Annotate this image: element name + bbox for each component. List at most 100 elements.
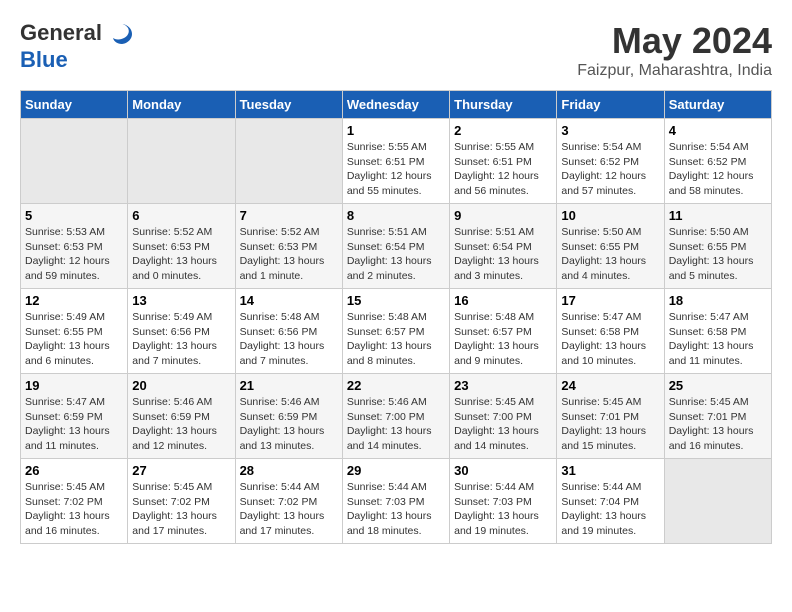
day-number: 2	[454, 123, 552, 138]
day-info: Sunrise: 5:54 AM Sunset: 6:52 PM Dayligh…	[669, 140, 767, 199]
day-info: Sunrise: 5:47 AM Sunset: 6:59 PM Dayligh…	[25, 395, 123, 454]
calendar-cell	[128, 119, 235, 204]
calendar-cell: 15 Sunrise: 5:48 AM Sunset: 6:57 PM Dayli…	[342, 289, 449, 374]
title-block: May 2024 Faizpur, Maharashtra, India	[577, 20, 772, 80]
day-number: 21	[240, 378, 338, 393]
day-number: 9	[454, 208, 552, 223]
day-number: 20	[132, 378, 230, 393]
day-number: 5	[25, 208, 123, 223]
calendar-cell: 4 Sunrise: 5:54 AM Sunset: 6:52 PM Daylig…	[664, 119, 771, 204]
day-info: Sunrise: 5:45 AM Sunset: 7:01 PM Dayligh…	[561, 395, 659, 454]
calendar-cell: 19 Sunrise: 5:47 AM Sunset: 6:59 PM Dayli…	[21, 374, 128, 459]
logo-text: General	[20, 20, 136, 48]
day-info: Sunrise: 5:47 AM Sunset: 6:58 PM Dayligh…	[561, 310, 659, 369]
day-info: Sunrise: 5:44 AM Sunset: 7:03 PM Dayligh…	[347, 480, 445, 539]
day-info: Sunrise: 5:47 AM Sunset: 6:58 PM Dayligh…	[669, 310, 767, 369]
day-number: 7	[240, 208, 338, 223]
day-number: 6	[132, 208, 230, 223]
calendar-cell: 20 Sunrise: 5:46 AM Sunset: 6:59 PM Dayli…	[128, 374, 235, 459]
day-info: Sunrise: 5:48 AM Sunset: 6:56 PM Dayligh…	[240, 310, 338, 369]
calendar-cell: 2 Sunrise: 5:55 AM Sunset: 6:51 PM Daylig…	[450, 119, 557, 204]
calendar-cell: 11Sunrise: 5:50 AM Sunset: 6:55 PM Dayli…	[664, 204, 771, 289]
week-row-2: 5 Sunrise: 5:53 AM Sunset: 6:53 PM Daylig…	[21, 204, 772, 289]
day-number: 3	[561, 123, 659, 138]
calendar-cell: 24Sunrise: 5:45 AM Sunset: 7:01 PM Dayli…	[557, 374, 664, 459]
calendar-cell: 17Sunrise: 5:47 AM Sunset: 6:58 PM Dayli…	[557, 289, 664, 374]
day-info: Sunrise: 5:48 AM Sunset: 6:57 PM Dayligh…	[454, 310, 552, 369]
col-header-sunday: Sunday	[21, 91, 128, 119]
day-info: Sunrise: 5:46 AM Sunset: 6:59 PM Dayligh…	[240, 395, 338, 454]
calendar-cell	[235, 119, 342, 204]
day-number: 13	[132, 293, 230, 308]
day-info: Sunrise: 5:55 AM Sunset: 6:51 PM Dayligh…	[454, 140, 552, 199]
day-number: 28	[240, 463, 338, 478]
day-info: Sunrise: 5:44 AM Sunset: 7:04 PM Dayligh…	[561, 480, 659, 539]
calendar-cell: 10 Sunrise: 5:50 AM Sunset: 6:55 PM Dayli…	[557, 204, 664, 289]
day-number: 25	[669, 378, 767, 393]
calendar-cell: 18Sunrise: 5:47 AM Sunset: 6:58 PM Dayli…	[664, 289, 771, 374]
col-header-friday: Friday	[557, 91, 664, 119]
day-number: 19	[25, 378, 123, 393]
day-info: Sunrise: 5:49 AM Sunset: 6:55 PM Dayligh…	[25, 310, 123, 369]
calendar-cell	[21, 119, 128, 204]
day-info: Sunrise: 5:45 AM Sunset: 7:00 PM Dayligh…	[454, 395, 552, 454]
calendar-cell: 8Sunrise: 5:51 AM Sunset: 6:54 PM Daylig…	[342, 204, 449, 289]
day-info: Sunrise: 5:53 AM Sunset: 6:53 PM Dayligh…	[25, 225, 123, 284]
week-row-1: 1 Sunrise: 5:55 AM Sunset: 6:51 PM Daylig…	[21, 119, 772, 204]
calendar-cell: 28 Sunrise: 5:44 AM Sunset: 7:02 PM Dayli…	[235, 459, 342, 544]
day-info: Sunrise: 5:46 AM Sunset: 6:59 PM Dayligh…	[132, 395, 230, 454]
calendar-cell: 16Sunrise: 5:48 AM Sunset: 6:57 PM Dayli…	[450, 289, 557, 374]
day-number: 30	[454, 463, 552, 478]
day-number: 29	[347, 463, 445, 478]
calendar-cell: 5 Sunrise: 5:53 AM Sunset: 6:53 PM Daylig…	[21, 204, 128, 289]
col-header-monday: Monday	[128, 91, 235, 119]
calendar-cell: 6 Sunrise: 5:52 AM Sunset: 6:53 PM Daylig…	[128, 204, 235, 289]
calendar-cell: 21 Sunrise: 5:46 AM Sunset: 6:59 PM Dayli…	[235, 374, 342, 459]
logo-icon	[108, 20, 136, 48]
calendar-cell: 13 Sunrise: 5:49 AM Sunset: 6:56 PM Dayli…	[128, 289, 235, 374]
calendar-cell: 27Sunrise: 5:45 AM Sunset: 7:02 PM Dayli…	[128, 459, 235, 544]
day-number: 11	[669, 208, 767, 223]
day-number: 8	[347, 208, 445, 223]
day-number: 23	[454, 378, 552, 393]
calendar-cell: 22 Sunrise: 5:46 AM Sunset: 7:00 PM Dayli…	[342, 374, 449, 459]
logo: General Blue	[20, 20, 136, 72]
day-number: 1	[347, 123, 445, 138]
day-info: Sunrise: 5:46 AM Sunset: 7:00 PM Dayligh…	[347, 395, 445, 454]
week-row-4: 19 Sunrise: 5:47 AM Sunset: 6:59 PM Dayli…	[21, 374, 772, 459]
calendar-cell: 25 Sunrise: 5:45 AM Sunset: 7:01 PM Dayli…	[664, 374, 771, 459]
col-header-wednesday: Wednesday	[342, 91, 449, 119]
calendar-cell: 30 Sunrise: 5:44 AM Sunset: 7:03 PM Dayli…	[450, 459, 557, 544]
day-info: Sunrise: 5:51 AM Sunset: 6:54 PM Dayligh…	[454, 225, 552, 284]
day-number: 31	[561, 463, 659, 478]
day-info: Sunrise: 5:45 AM Sunset: 7:02 PM Dayligh…	[25, 480, 123, 539]
day-info: Sunrise: 5:52 AM Sunset: 6:53 PM Dayligh…	[240, 225, 338, 284]
day-number: 4	[669, 123, 767, 138]
calendar-table: SundayMondayTuesdayWednesdayThursdayFrid…	[20, 90, 772, 544]
day-number: 14	[240, 293, 338, 308]
day-info: Sunrise: 5:44 AM Sunset: 7:03 PM Dayligh…	[454, 480, 552, 539]
day-info: Sunrise: 5:50 AM Sunset: 6:55 PM Dayligh…	[561, 225, 659, 284]
col-header-saturday: Saturday	[664, 91, 771, 119]
logo-blue: Blue	[20, 48, 136, 72]
col-header-thursday: Thursday	[450, 91, 557, 119]
week-row-5: 26Sunrise: 5:45 AM Sunset: 7:02 PM Dayli…	[21, 459, 772, 544]
day-number: 10	[561, 208, 659, 223]
header-row: SundayMondayTuesdayWednesdayThursdayFrid…	[21, 91, 772, 119]
day-info: Sunrise: 5:55 AM Sunset: 6:51 PM Dayligh…	[347, 140, 445, 199]
day-number: 22	[347, 378, 445, 393]
day-info: Sunrise: 5:49 AM Sunset: 6:56 PM Dayligh…	[132, 310, 230, 369]
day-info: Sunrise: 5:54 AM Sunset: 6:52 PM Dayligh…	[561, 140, 659, 199]
day-info: Sunrise: 5:48 AM Sunset: 6:57 PM Dayligh…	[347, 310, 445, 369]
subtitle: Faizpur, Maharashtra, India	[577, 62, 772, 80]
calendar-cell: 7 Sunrise: 5:52 AM Sunset: 6:53 PM Daylig…	[235, 204, 342, 289]
day-info: Sunrise: 5:44 AM Sunset: 7:02 PM Dayligh…	[240, 480, 338, 539]
day-number: 27	[132, 463, 230, 478]
calendar-cell: 3 Sunrise: 5:54 AM Sunset: 6:52 PM Daylig…	[557, 119, 664, 204]
day-info: Sunrise: 5:45 AM Sunset: 7:01 PM Dayligh…	[669, 395, 767, 454]
calendar-cell: 31 Sunrise: 5:44 AM Sunset: 7:04 PM Dayli…	[557, 459, 664, 544]
day-number: 15	[347, 293, 445, 308]
calendar-cell	[664, 459, 771, 544]
calendar-cell: 23 Sunrise: 5:45 AM Sunset: 7:00 PM Dayli…	[450, 374, 557, 459]
day-info: Sunrise: 5:52 AM Sunset: 6:53 PM Dayligh…	[132, 225, 230, 284]
